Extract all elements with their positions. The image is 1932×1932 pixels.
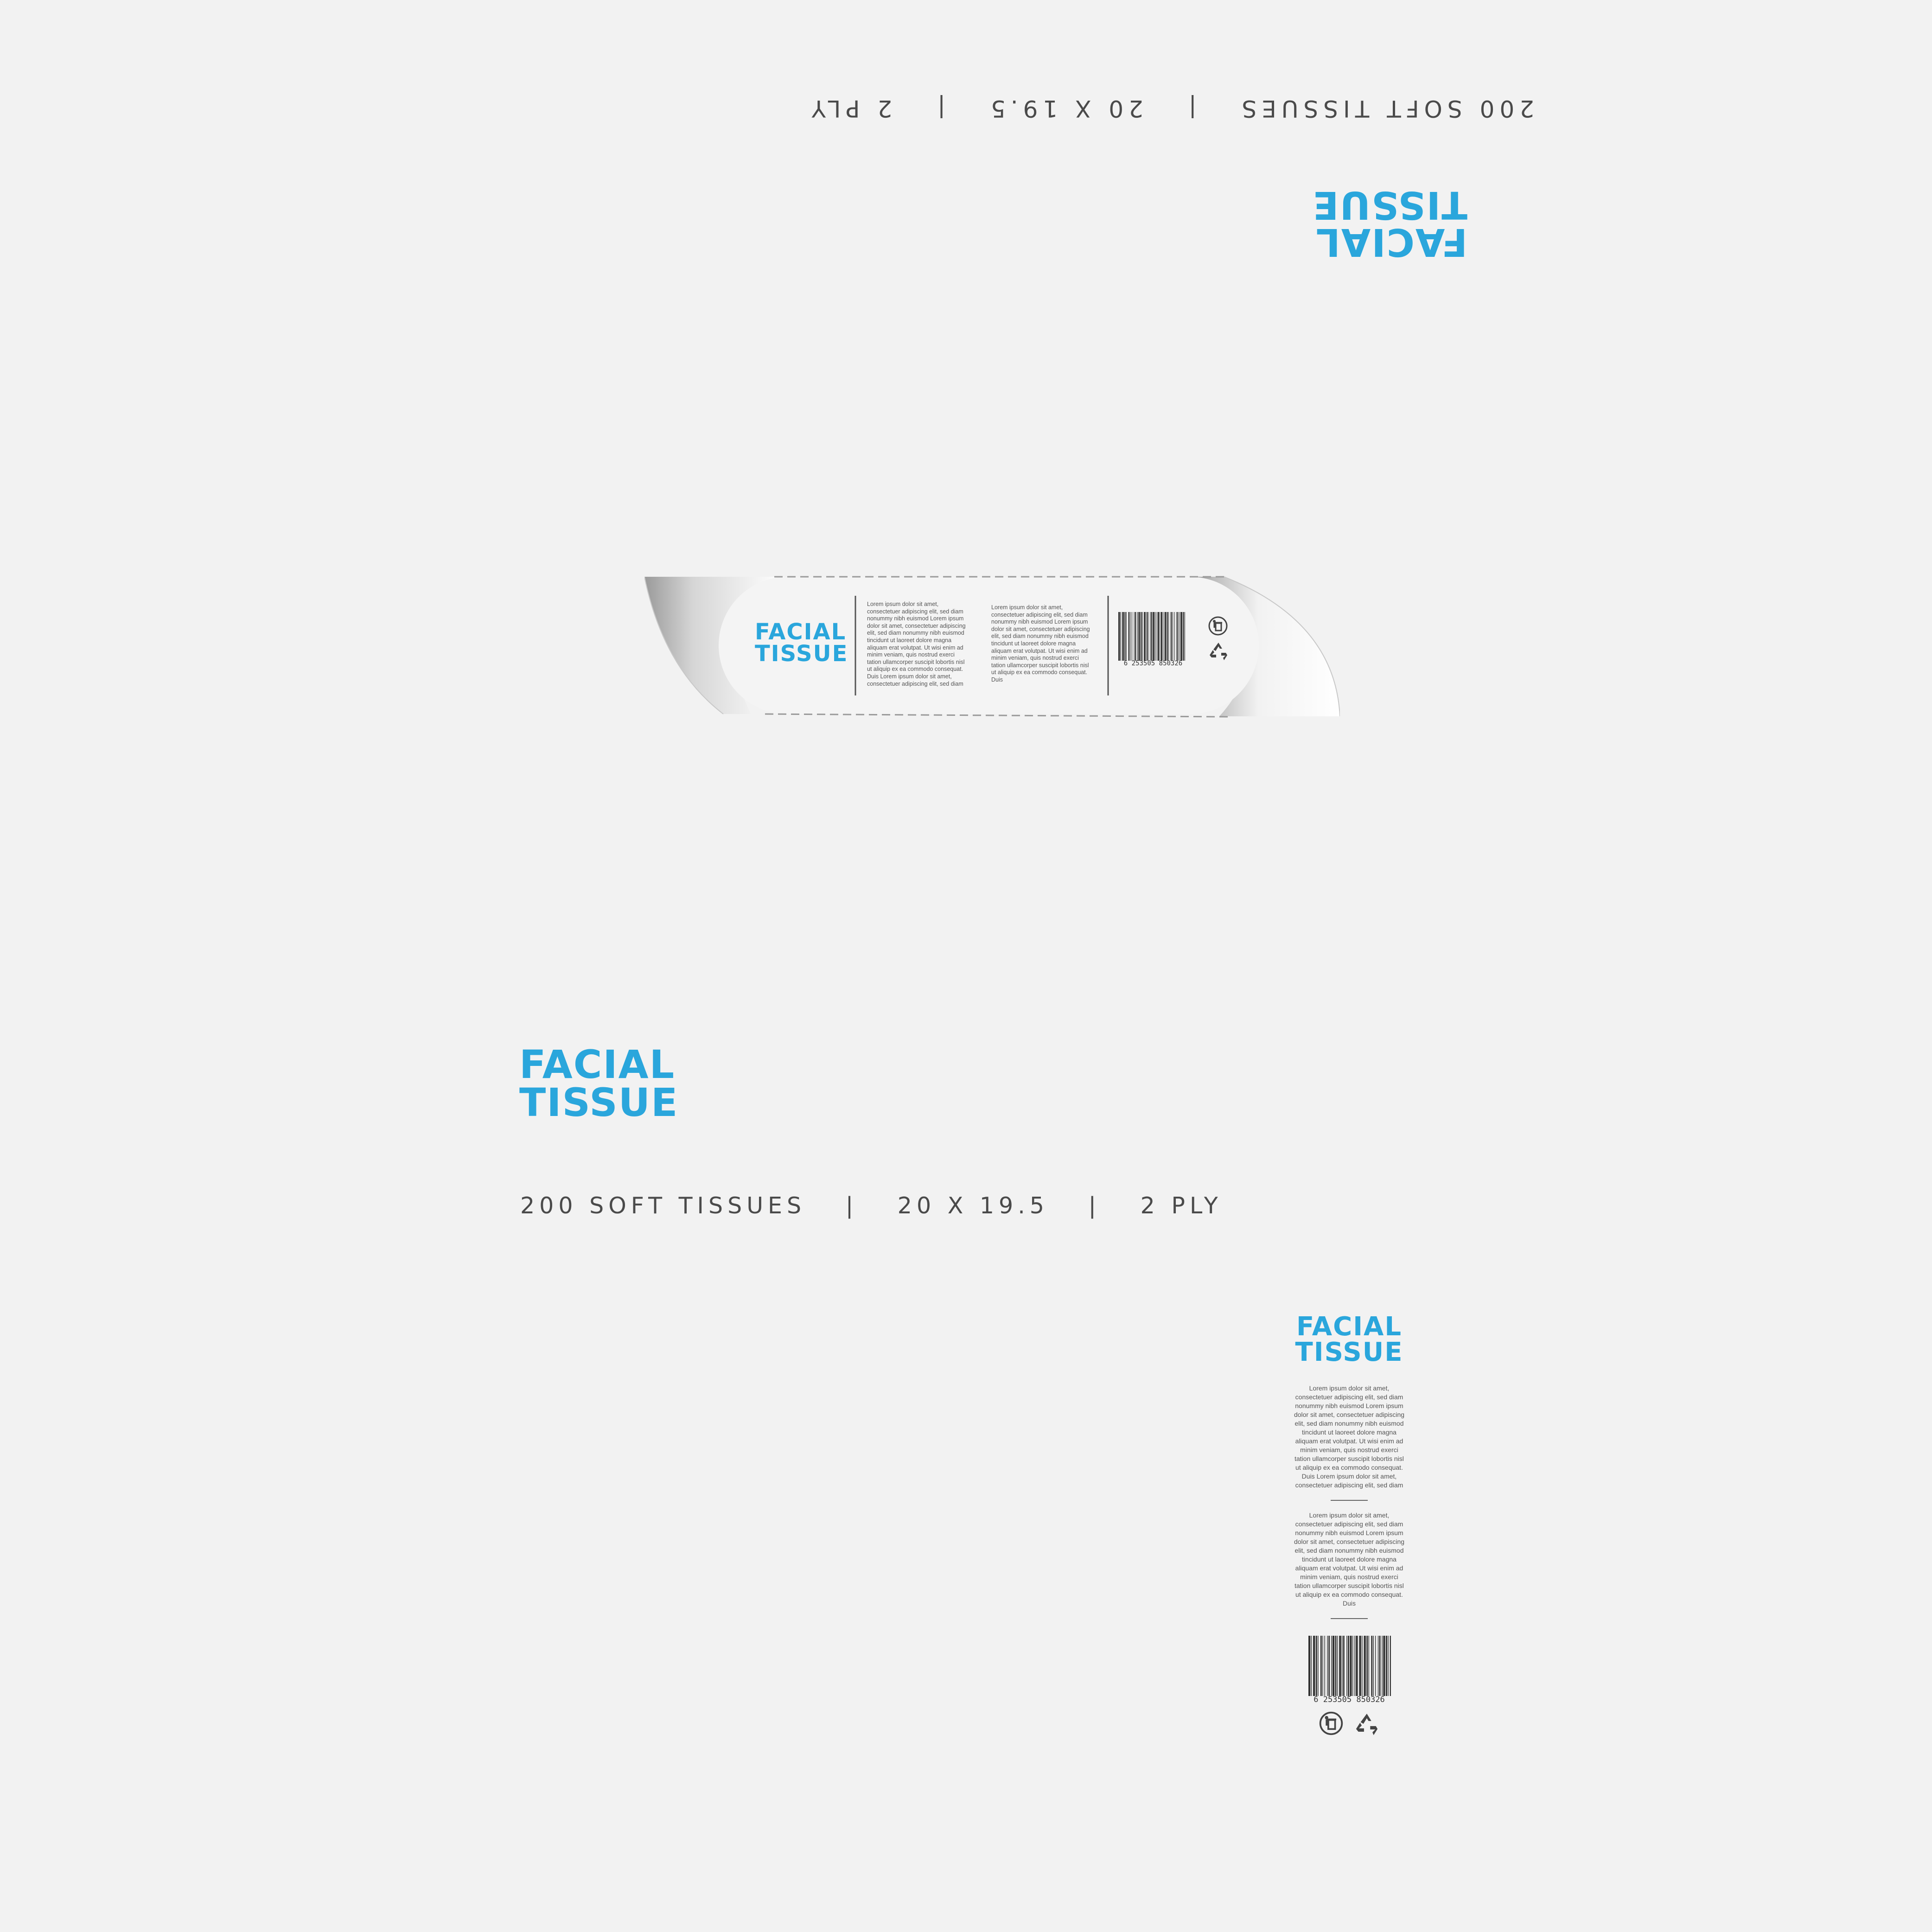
- side-icons: [1280, 1711, 1419, 1738]
- tissue-opening: FACIAL TISSUE Lorem ipsum dolor sit amet…: [644, 575, 1340, 719]
- side-text-block2: Lorem ipsum dolor sit amet, consectetuer…: [1294, 1511, 1405, 1607]
- barcode-bar: [1332, 1635, 1335, 1696]
- barcode-bar: [1328, 1635, 1330, 1696]
- opening-text-col2: Lorem ipsum dolor sit amet, consectetuer…: [991, 604, 1090, 683]
- barcode-bar: [1383, 1635, 1385, 1696]
- barcode-digits: 6 253505 850326: [1123, 660, 1183, 667]
- barcode-bars: [1308, 1635, 1391, 1696]
- barcode-bar: [1137, 612, 1138, 661]
- barcode-bar: [1364, 1635, 1366, 1696]
- spec-size: 20 X 19.5: [897, 1192, 1049, 1219]
- spec-count: 200 SOFT TISSUES: [1237, 95, 1534, 122]
- barcode-bar: [1322, 1635, 1323, 1696]
- barcode-bar: [1320, 1635, 1322, 1696]
- barcode-bar: [1170, 612, 1172, 661]
- barcode-bar: [1172, 612, 1173, 661]
- spec-size: 20 X 19.5: [985, 95, 1143, 122]
- front-brand-title: FACIAL TISSUE: [519, 1042, 679, 1126]
- barcode-bar: [1313, 1635, 1315, 1696]
- barcode-bar: [1371, 1635, 1373, 1696]
- trash-bin-disposal-icon: [1208, 616, 1228, 638]
- spec-separator: |: [1088, 1192, 1101, 1219]
- top-spec-line: 200 SOFT TISSUES | 20 X 19.5 | 2 PLY: [807, 95, 1534, 122]
- recycle-icon: [1354, 1712, 1380, 1738]
- spec-separator: |: [932, 95, 945, 122]
- spec-count: 200 SOFT TISSUES: [520, 1192, 806, 1219]
- barcode-bar: [1346, 1635, 1347, 1696]
- spec-ply: 2 PLY: [1140, 1192, 1223, 1219]
- opening-barcode: 6 253505 850326: [1117, 612, 1192, 667]
- title-line2: TISSUE: [1295, 1337, 1403, 1367]
- barcode-bar: [1379, 1635, 1381, 1696]
- title-line1: FACIAL: [1315, 220, 1467, 264]
- barcode-bar: [1315, 1635, 1317, 1696]
- barcode-bar: [1135, 612, 1136, 661]
- barcode-bar: [1164, 612, 1167, 661]
- barcode-bar: [1375, 1635, 1376, 1696]
- barcode-bar: [1386, 1635, 1387, 1696]
- barcode-bar: [1153, 612, 1154, 661]
- divider: [1331, 1499, 1368, 1501]
- title-line1: FACIAL: [755, 619, 847, 645]
- barcode-bar: [1134, 612, 1135, 661]
- barcode-bar: [1151, 612, 1153, 661]
- barcode-bar: [1373, 1635, 1374, 1696]
- barcode-bar: [1158, 612, 1160, 661]
- divider: [1331, 1618, 1368, 1619]
- barcode-bar: [1390, 1635, 1391, 1696]
- barcode-digits: 6 253505 850326: [1314, 1695, 1385, 1704]
- barcode-bar: [1308, 1635, 1311, 1696]
- barcode-bar: [1347, 1635, 1349, 1696]
- barcode-bar: [1177, 612, 1179, 661]
- barcode-bar: [1183, 612, 1184, 661]
- barcode-bar: [1311, 1635, 1312, 1696]
- barcode-bar: [1335, 1635, 1337, 1696]
- side-panel: FACIAL TISSUE Lorem ipsum dolor sit amet…: [1280, 1314, 1419, 1738]
- top-brand-title: FACIAL TISSUE: [1312, 182, 1467, 264]
- barcode-bar: [1126, 612, 1127, 661]
- title-line2: TISSUE: [755, 641, 848, 667]
- opening-icons: [1208, 616, 1231, 663]
- barcode-bar: [1176, 612, 1177, 661]
- front-spec-line: 200 SOFT TISSUES | 20 X 19.5 | 2 PLY: [520, 1192, 1223, 1219]
- spec-separator: |: [845, 1192, 858, 1219]
- barcode-bar: [1350, 1635, 1352, 1696]
- barcode-bar: [1359, 1635, 1361, 1696]
- side-barcode: 6 253505 850326: [1305, 1635, 1393, 1704]
- barcode-bar: [1352, 1635, 1353, 1696]
- barcode-bar: [1122, 612, 1124, 661]
- barcode-bar: [1146, 612, 1147, 661]
- side-text-block1: Lorem ipsum dolor sit amet, consectetuer…: [1294, 1384, 1405, 1489]
- barcode-bar: [1124, 612, 1126, 661]
- barcode-bar: [1366, 1635, 1368, 1696]
- barcode-bar: [1160, 612, 1162, 661]
- barcode-bar: [1339, 1635, 1341, 1696]
- trash-bin-disposal-icon: [1319, 1711, 1344, 1738]
- barcode-bar: [1142, 612, 1143, 661]
- barcode-bar: [1354, 1635, 1355, 1696]
- title-line2: TISSUE: [519, 1080, 679, 1126]
- barcode-bar: [1138, 612, 1140, 661]
- opening-text-col1: Lorem ipsum dolor sit amet, consectetuer…: [867, 601, 966, 687]
- barcode-bar: [1144, 612, 1146, 661]
- barcode-bar: [1331, 1635, 1332, 1696]
- barcode-bar: [1180, 612, 1182, 661]
- opening-brand-title: FACIAL TISSUE: [755, 621, 848, 665]
- spec-separator: |: [1183, 95, 1197, 122]
- side-brand-title: FACIAL TISSUE: [1280, 1314, 1419, 1365]
- barcode-bar: [1343, 1635, 1345, 1696]
- title-line1: FACIAL: [519, 1042, 676, 1087]
- title-line1: FACIAL: [1296, 1312, 1403, 1342]
- recycle-icon: [1208, 641, 1229, 663]
- barcode-bar: [1337, 1635, 1338, 1696]
- title-line2: TISSUE: [1312, 182, 1467, 227]
- barcode-bars: [1118, 612, 1185, 661]
- barcode-bar: [1356, 1635, 1358, 1696]
- barcode-bar: [1168, 612, 1169, 661]
- barcode-bar: [1147, 612, 1148, 661]
- barcode-bar: [1118, 612, 1120, 661]
- top-panel-flipped: 200 SOFT TISSUES | 20 X 19.5 | 2 PLY FAC…: [0, 0, 1932, 301]
- spec-ply: 2 PLY: [806, 95, 893, 122]
